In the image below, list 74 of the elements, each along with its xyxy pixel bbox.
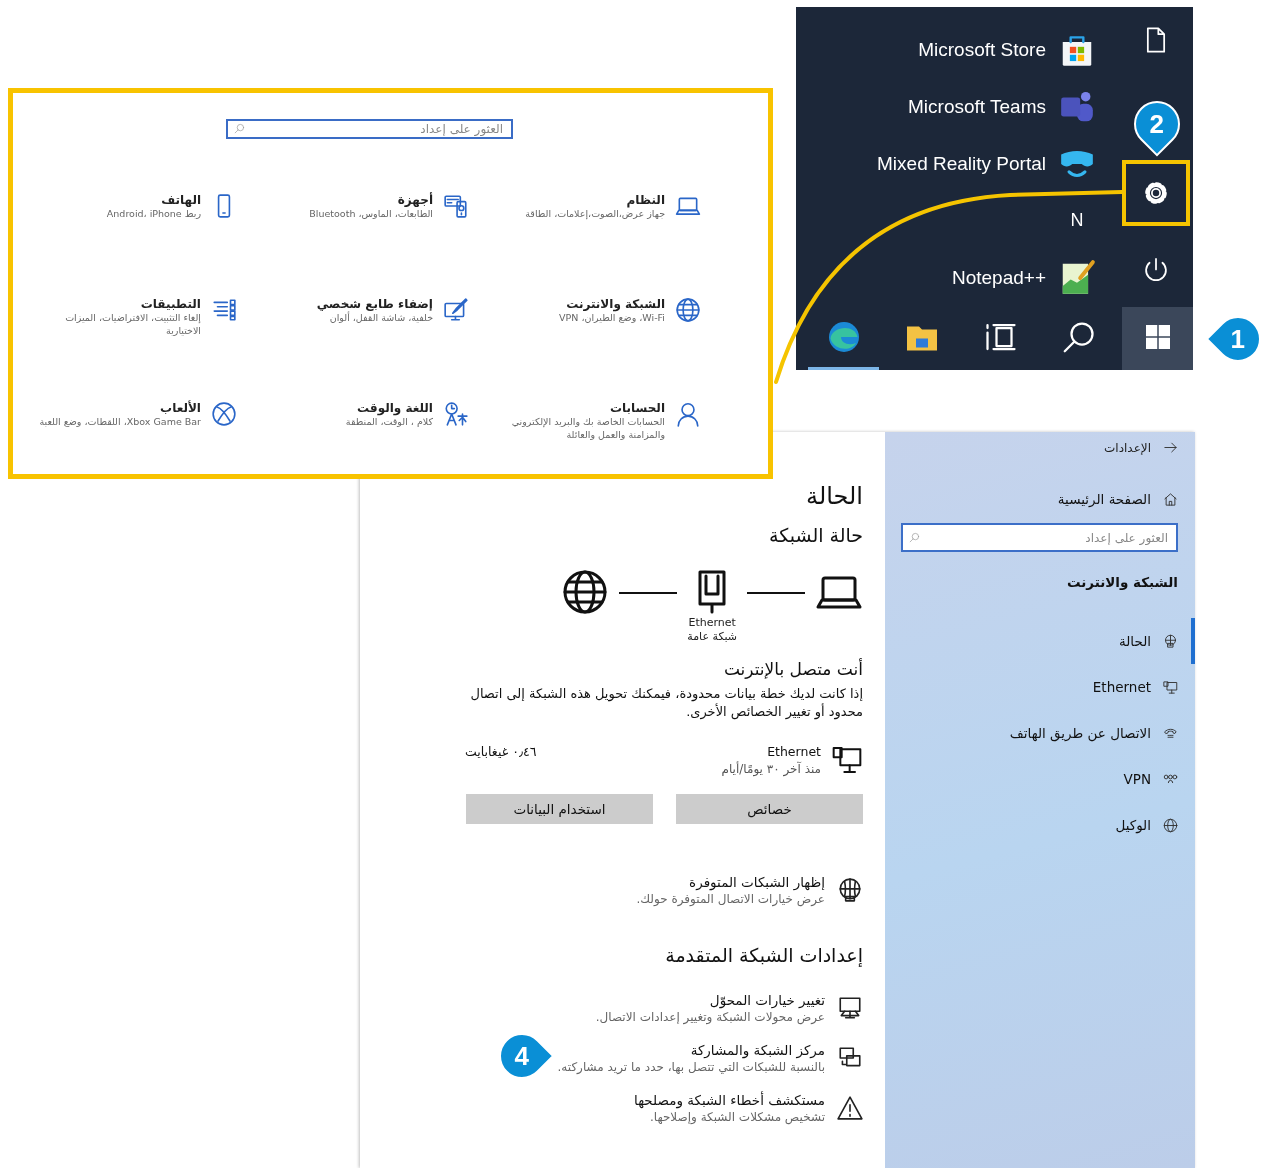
tile-title[interactable]: الألعاب (31, 401, 201, 415)
option-description: بالنسبة للشبكات التي تتصل بها، حدد ما تريد مشاركته. (557, 1060, 825, 1075)
game-controller-icon[interactable] (211, 401, 237, 427)
language-icon[interactable] (443, 401, 469, 427)
app-item[interactable]: Microsoft Teams (908, 95, 1046, 118)
tile-description: الطابعات، الماوس، Bluetooth (308, 207, 433, 221)
app-title: الإعدادات (1104, 440, 1151, 455)
option-link[interactable]: تغيير خيارات المحوّل (595, 992, 825, 1009)
app-item[interactable]: Notepad++ (951, 266, 1046, 289)
tile-description: إلغاء التثبيت، الافتراضيات، الميزات الاختيارية (64, 311, 201, 338)
side-button[interactable] (1122, 160, 1190, 226)
list-icon[interactable] (211, 297, 237, 323)
app-item[interactable]: Microsoft Store (918, 38, 1046, 61)
tile-title[interactable]: الحسابات (495, 401, 665, 415)
group-letter: N (1069, 210, 1085, 231)
tile-title[interactable]: أجهزة (263, 193, 433, 207)
action-button[interactable]: استخدام البيانات (466, 794, 653, 825)
tile-description: ربط Android، iPhone (105, 207, 201, 221)
option-link[interactable]: مركز الشبكة والمشاركة (557, 1042, 825, 1059)
adapter-label: Ethernet (688, 616, 736, 631)
globe-icon (1163, 817, 1178, 833)
data-usage: ٠٫٤٦ غيغابايت (465, 744, 537, 760)
tile-description: كلام ، الوقت، المنطقة (344, 416, 433, 429)
sidebar-item[interactable]: الحالة (901, 618, 1195, 664)
option-description: تشخيص مشكلات الشبكة وإصلاحها. (648, 1110, 825, 1125)
power-icon (1142, 256, 1170, 284)
search-icon (909, 532, 920, 543)
section-heading: الشبكة والانترنت (1065, 574, 1178, 590)
tile-title[interactable]: اللغة والوقت (263, 401, 433, 415)
description: إذا كانت لديك خطة بيانات محدودة، فيمكنك تحويل هذه الشبكة إلى اتصال محدود أو تغيير الخصائص الأخرى. (469, 684, 863, 722)
option-description: عرض خيارات الاتصال المتوفرة حولك. (636, 892, 825, 907)
section-heading: حالة الشبكة (769, 524, 863, 546)
person-icon[interactable] (675, 401, 701, 427)
connection-status: أنت متصل بالإنترنت (723, 658, 863, 679)
back-arrow-icon[interactable] (1163, 440, 1178, 455)
sidebar-item[interactable]: Ethernet (901, 664, 1195, 710)
option-link[interactable]: إظهار الشبكات المتوفرة (636, 874, 825, 891)
tile-description: الحسابات الخاصة بك والبريد الإلكتروني والمزامنة والعمل والعائلة (510, 415, 665, 442)
home-icon[interactable] (1163, 491, 1178, 507)
monitor-icon (1163, 679, 1178, 695)
sidebar-item[interactable]: الوكيل (901, 802, 1195, 848)
section-heading: إعدادات الشبكة المتقدمة (665, 944, 863, 967)
search-field[interactable]: العثور على إعداد (901, 523, 1178, 552)
tile-title[interactable]: الهاتف (31, 193, 201, 207)
brush-icon[interactable] (443, 297, 469, 323)
tile-description: جهاز عرض،الصوت،إعلامات، الطاقة (524, 208, 665, 221)
page-title: الحالة (806, 482, 863, 510)
sidebar-item[interactable]: الاتصال عن طريق الهاتف (901, 710, 1195, 756)
tile-title[interactable]: الشبكة والانترنت (495, 297, 665, 311)
app-item[interactable]: Mixed Reality Portal (877, 152, 1046, 175)
network-type-label: شبكة عامة (687, 630, 737, 645)
adapter-name: Ethernet (766, 744, 821, 760)
monitor-icon[interactable] (837, 995, 863, 1022)
taskbar-button[interactable] (1122, 307, 1193, 370)
globe-icon[interactable] (837, 877, 863, 904)
option-description: عرض محولات الشبكة وتغيير إعدادات الاتصال. (595, 1010, 825, 1025)
tile-description: Wi-Fi، وضع الطيران، VPN (558, 312, 665, 325)
tile-title[interactable]: التطبيقات (31, 297, 201, 311)
tile-title[interactable]: إضفاء طابع شخصي (263, 297, 433, 311)
search-icon (1061, 319, 1097, 355)
tile-title[interactable]: النظام (495, 193, 665, 207)
search-icon (234, 122, 245, 134)
globe-icon (1163, 633, 1178, 649)
tile-description: Xbox Game Bar، اللقطات، وضع اللعبة (38, 415, 201, 429)
sidebar-item[interactable]: VPN (901, 756, 1195, 802)
tile-description: خلفية، شاشة القفل، ألوان (329, 311, 433, 325)
usage-period: منذ آخر ٣٠ يومًا/أيام (720, 762, 821, 777)
option-link[interactable]: مستكشف أخطاء الشبكة ومصلحها (634, 1092, 825, 1109)
keyboard-speaker-icon[interactable] (443, 193, 469, 219)
warning-icon[interactable] (837, 1095, 863, 1122)
action-button[interactable]: خصائص (676, 794, 863, 825)
settings-icon (1142, 179, 1170, 207)
search-field[interactable]: العثور على إعداد (226, 119, 513, 139)
home-link[interactable]: الصفحة الرئيسية (1057, 491, 1151, 507)
